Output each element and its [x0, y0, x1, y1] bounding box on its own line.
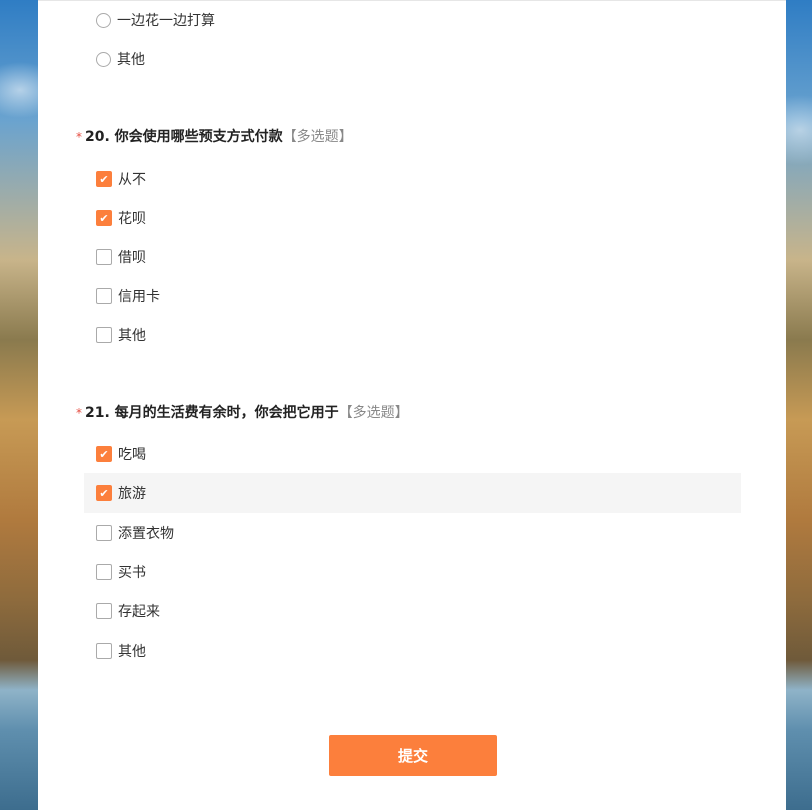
q19-option-1[interactable]: 一边花一边打算 — [96, 9, 215, 31]
checkbox-icon[interactable] — [96, 603, 112, 619]
q20-option-label: 其他 — [118, 328, 146, 344]
q20-option-3[interactable]: 借呗 — [96, 246, 146, 268]
radio-icon[interactable] — [96, 51, 111, 67]
q21-title-text: 21. 每月的生活费有余时，你会把它用于 — [85, 405, 339, 421]
checkbox-icon[interactable] — [96, 288, 112, 304]
radio-icon[interactable] — [96, 12, 111, 28]
q21-option-label: 吃喝 — [118, 447, 146, 463]
q20-option-5[interactable]: 其他 — [96, 324, 146, 346]
q21-multi-tag: 【多选题】 — [338, 405, 409, 421]
q20-option-1[interactable]: ✔ 从不 — [96, 168, 146, 190]
q21-option-label: 存起来 — [118, 604, 160, 620]
checkbox-icon[interactable] — [96, 327, 112, 343]
q21-option-2[interactable]: ✔ 旅游 — [96, 482, 146, 504]
checkbox-checked-icon[interactable]: ✔ — [96, 210, 112, 226]
checkbox-checked-icon[interactable]: ✔ — [96, 446, 112, 462]
checkbox-icon[interactable] — [96, 249, 112, 265]
q20-option-2[interactable]: ✔ 花呗 — [96, 207, 146, 229]
q20-title: * 20. 你会使用哪些预支方式付款 【多选题】 — [76, 126, 353, 146]
q20-option-label: 花呗 — [118, 211, 146, 227]
submit-button[interactable]: 提交 — [329, 735, 497, 776]
checkbox-icon[interactable] — [96, 564, 112, 580]
q19-option-2[interactable]: 其他 — [96, 48, 145, 70]
q19-option-label: 其他 — [117, 52, 145, 68]
required-mark: * — [76, 130, 82, 144]
q19-option-label: 一边花一边打算 — [117, 13, 215, 29]
option-hover-highlight — [84, 473, 741, 513]
q21-option-3[interactable]: 添置衣物 — [96, 522, 174, 544]
q21-option-1[interactable]: ✔ 吃喝 — [96, 443, 146, 465]
q20-option-label: 信用卡 — [118, 289, 160, 305]
q21-option-label: 旅游 — [118, 486, 146, 502]
q21-option-4[interactable]: 买书 — [96, 561, 146, 583]
q21-option-5[interactable]: 存起来 — [96, 600, 160, 622]
q21-option-label: 买书 — [118, 565, 146, 581]
checkbox-checked-icon[interactable]: ✔ — [96, 485, 112, 501]
checkbox-icon[interactable] — [96, 525, 112, 541]
checkbox-checked-icon[interactable]: ✔ — [96, 171, 112, 187]
checkbox-icon[interactable] — [96, 643, 112, 659]
panel-top-border — [38, 0, 786, 1]
q20-multi-tag: 【多选题】 — [282, 129, 353, 145]
q21-option-6[interactable]: 其他 — [96, 640, 146, 662]
q20-option-4[interactable]: 信用卡 — [96, 285, 160, 307]
q21-option-label: 其他 — [118, 644, 146, 660]
q21-option-label: 添置衣物 — [118, 526, 174, 542]
q20-option-label: 从不 — [118, 172, 146, 188]
q20-option-label: 借呗 — [118, 250, 146, 266]
q21-title: * 21. 每月的生活费有余时，你会把它用于 【多选题】 — [76, 402, 409, 422]
q20-title-text: 20. 你会使用哪些预支方式付款 — [85, 129, 283, 145]
required-mark: * — [76, 406, 82, 420]
